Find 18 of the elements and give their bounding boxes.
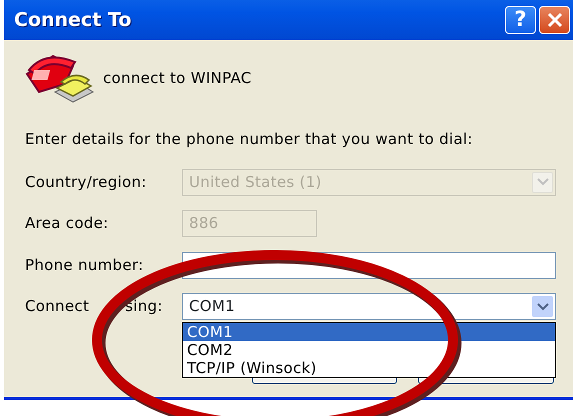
field-label: Phone number: [25, 254, 144, 276]
input-field: 886 [182, 210, 317, 237]
dropdown-option[interactable]: COM1 [183, 323, 555, 341]
dropdown-field: United States (1) [182, 168, 556, 196]
field-label: sing: [125, 297, 163, 316]
dropdown-field[interactable]: COM1 [182, 293, 556, 320]
instruction-text: Enter details for the phone number that you want to dial: [24, 129, 474, 150]
dropdown-option[interactable]: TCP/IP (Winsock) [183, 359, 555, 377]
window-title: Connect To [14, 8, 132, 33]
dropdown-option[interactable]: COM2 [183, 341, 555, 359]
close-icon [546, 12, 562, 28]
connection-name: connect to WINPAC [103, 68, 252, 89]
help-button[interactable]: ? [505, 6, 536, 34]
field-label: Area code: [25, 213, 110, 234]
field-label: Connect [25, 297, 90, 316]
close-button[interactable] [539, 6, 570, 34]
telephone-icon [25, 52, 95, 104]
field-label: Country/region: [25, 172, 148, 193]
